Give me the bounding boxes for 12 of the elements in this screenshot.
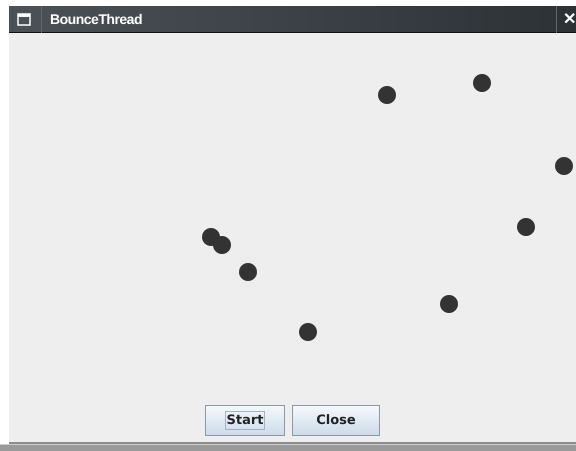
window-title: BounceThread bbox=[41, 6, 556, 32]
ball bbox=[473, 74, 491, 92]
ball bbox=[239, 263, 257, 281]
ball bbox=[555, 157, 573, 175]
ball bbox=[517, 218, 535, 236]
close-button[interactable]: Close bbox=[292, 405, 380, 436]
ball bbox=[299, 323, 317, 341]
ball bbox=[440, 295, 458, 313]
start-button[interactable]: Start bbox=[205, 405, 285, 436]
window-menu-icon[interactable] bbox=[17, 12, 31, 26]
ball bbox=[378, 86, 396, 104]
ball bbox=[213, 236, 231, 254]
